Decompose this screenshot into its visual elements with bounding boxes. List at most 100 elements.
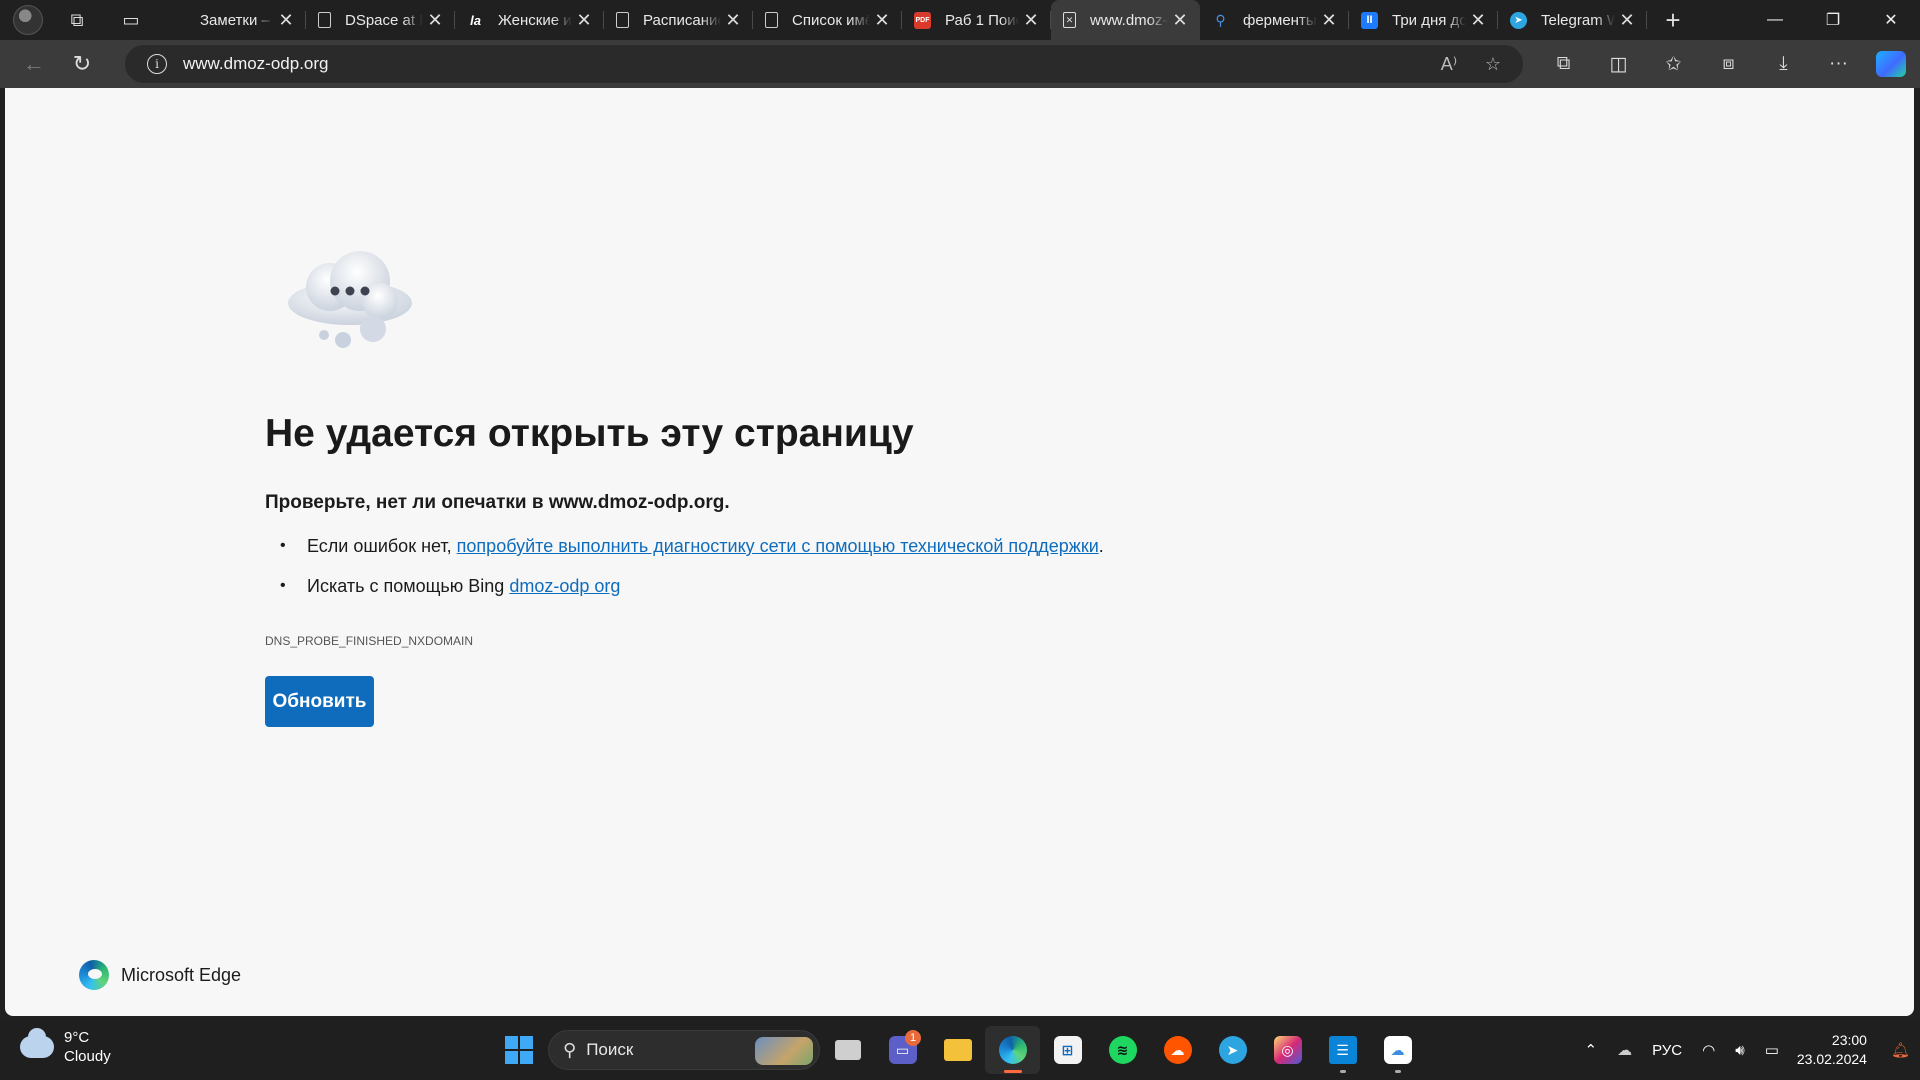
pause-app-icon: II — [1361, 11, 1378, 29]
tab-telegram[interactable]: ➤ Telegram Web ✕ — [1498, 0, 1647, 40]
close-tab-icon[interactable]: ✕ — [1172, 10, 1188, 31]
error-page: Не удается открыть эту страницу Проверьт… — [5, 88, 1914, 1016]
site-info-icon[interactable]: i — [147, 54, 167, 74]
list-item: Если ошибок нет, попробуйте выполнить ди… — [280, 532, 1104, 572]
extensions-icon[interactable]: ⧉ — [1536, 53, 1591, 75]
workspaces-icon[interactable]: ⧉ — [57, 0, 97, 40]
close-tab-icon[interactable]: ✕ — [874, 10, 890, 31]
tab-title: DSpace at My University — [345, 11, 423, 29]
collections-icon[interactable]: ⧈ — [1701, 53, 1756, 75]
blue-app-icon: ☰ — [1328, 1036, 1357, 1064]
close-tab-icon[interactable]: ✕ — [278, 10, 294, 31]
network-diagnostics-link[interactable]: попробуйте выполнить диагностику сети с … — [457, 536, 1099, 556]
tab-title: Список имён — [792, 11, 870, 29]
tab-women-names[interactable]: la Женские имена ✕ — [455, 0, 604, 40]
read-aloud-icon[interactable]: A⁾ — [1427, 54, 1471, 75]
suggestion-text: Если ошибок нет, — [307, 536, 457, 556]
more-menu-icon[interactable]: ··· — [1811, 53, 1866, 75]
weather-widget[interactable]: 9°C Cloudy — [20, 1028, 111, 1066]
la-icon: la — [470, 12, 481, 28]
soundcloud-button[interactable]: ☁ — [1150, 1026, 1205, 1074]
bing-search-link[interactable]: dmoz-odp org — [509, 576, 620, 596]
copilot-icon[interactable] — [1876, 51, 1906, 77]
blue-app-button[interactable]: ☰ — [1315, 1026, 1370, 1074]
vertical-tabs-icon[interactable]: ▭ — [111, 0, 151, 40]
store-icon: ⊞ — [1053, 1036, 1082, 1064]
favorites-icon[interactable]: ✩ — [1646, 53, 1701, 76]
chevron-up-icon[interactable]: ⌃ — [1585, 1041, 1598, 1059]
refresh-button[interactable]: ↻ — [62, 44, 102, 84]
broken-page-icon: ✕ — [1063, 12, 1076, 28]
close-window-button[interactable]: ✕ — [1862, 0, 1920, 40]
file-explorer-button[interactable] — [930, 1026, 985, 1074]
close-tab-icon[interactable]: ✕ — [1023, 10, 1039, 31]
cloud-error-icon — [288, 251, 412, 348]
search-highlight-image — [755, 1037, 813, 1065]
tab-three-days[interactable]: II Три дня до ✕ — [1349, 0, 1498, 40]
battery-icon[interactable]: ▭ — [1765, 1041, 1779, 1059]
close-tab-icon[interactable]: ✕ — [1321, 10, 1337, 31]
tab-dmoz[interactable]: ✕ www.dmoz-odp.org ✕ — [1051, 0, 1200, 40]
brand-name: Microsoft Edge — [121, 964, 242, 985]
page-title: Не удается открыть эту страницу — [265, 412, 914, 455]
list-item: Искать с помощью Bing dmoz-odp org — [280, 572, 1104, 612]
edge-taskbar-button[interactable] — [985, 1026, 1040, 1074]
notification-bell-icon[interactable]: 🔔︎ — [1891, 1041, 1910, 1059]
apple-icon — [169, 12, 186, 29]
tab-pdf[interactable]: PDF Раб 1 Поиск ✕ — [902, 0, 1051, 40]
close-tab-icon[interactable]: ✕ — [1470, 10, 1486, 31]
instagram-icon: ◎ — [1273, 1036, 1302, 1064]
close-tab-icon[interactable]: ✕ — [1619, 10, 1635, 31]
back-button[interactable]: ← — [14, 44, 54, 84]
toolbar-tools: ⧉ ◫ ✩ ⧈ ⤓ ··· — [1536, 44, 1914, 84]
error-subheading: Проверьте, нет ли опечатки в www.dmoz-od… — [265, 492, 730, 513]
tab-enzymes[interactable]: ⚲ ферменты ✕ — [1200, 0, 1349, 40]
active-indicator — [1003, 1070, 1022, 1073]
tab-list: Заметки – iCloud ✕ DSpace at My Universi… — [157, 0, 1647, 40]
telegram-icon: ➤ — [1218, 1036, 1247, 1064]
tab-schedule[interactable]: Расписание ✕ — [604, 0, 753, 40]
store-button[interactable]: ⊞ — [1040, 1026, 1095, 1074]
clock[interactable]: 23:00 23.02.2024 — [1797, 1031, 1867, 1069]
page-icon — [765, 12, 778, 28]
tab-title: Telegram Web — [1541, 11, 1615, 29]
close-tab-icon[interactable]: ✕ — [427, 10, 443, 31]
url-text[interactable]: www.dmoz-odp.org — [183, 54, 1427, 74]
onedrive-error-icon[interactable]: ☁ — [1617, 1041, 1632, 1059]
new-tab-button[interactable]: + — [1653, 5, 1693, 36]
task-view-button[interactable] — [820, 1026, 875, 1074]
spotify-button[interactable]: ≋ — [1095, 1026, 1150, 1074]
icloud-button[interactable]: ☁ — [1370, 1026, 1425, 1074]
close-tab-icon[interactable]: ✕ — [576, 10, 592, 31]
tab-notes[interactable]: Заметки – iCloud ✕ — [157, 0, 306, 40]
start-button[interactable] — [495, 1026, 543, 1074]
address-bar[interactable]: i www.dmoz-odp.org A⁾ ☆ — [125, 45, 1523, 83]
cloud-weather-icon — [20, 1028, 54, 1058]
instagram-button[interactable]: ◎ — [1260, 1026, 1315, 1074]
taskbar-search[interactable]: ⚲ Поиск — [548, 1030, 820, 1070]
language-indicator[interactable]: РУС — [1652, 1042, 1682, 1059]
restore-button[interactable]: ❐ — [1804, 0, 1862, 40]
soundcloud-icon: ☁ — [1163, 1036, 1192, 1064]
task-view-icon — [834, 1040, 861, 1060]
teams-button[interactable]: ▭ 1 — [875, 1026, 930, 1074]
close-tab-icon[interactable]: ✕ — [725, 10, 741, 31]
tab-list-names[interactable]: Список имён ✕ — [753, 0, 902, 40]
edge-logo-icon — [79, 960, 109, 990]
wifi-icon[interactable]: ◠ — [1702, 1041, 1715, 1059]
downloads-icon[interactable]: ⤓ — [1756, 53, 1811, 75]
tab-title: ферменты — [1243, 11, 1317, 29]
favorite-star-icon[interactable]: ☆ — [1471, 54, 1515, 75]
tab-dspace[interactable]: DSpace at My University ✕ — [306, 0, 455, 40]
minimize-button[interactable]: — — [1746, 0, 1804, 40]
notification-badge: 1 — [905, 1030, 921, 1046]
volume-icon[interactable]: 🔊︎ — [1735, 1042, 1744, 1059]
telegram-button[interactable]: ➤ — [1205, 1026, 1260, 1074]
profile-avatar[interactable] — [13, 5, 43, 35]
reload-button[interactable]: Обновить — [265, 676, 374, 727]
suggestion-list: Если ошибок нет, попробуйте выполнить ди… — [280, 532, 1104, 612]
taskbar: 9°C Cloudy ⚲ Поиск ▭ 1 ⊞ ≋ ☁ ➤ ◎ ☰ ☁ ⌃ ☁ … — [0, 1020, 1920, 1080]
split-screen-icon[interactable]: ◫ — [1591, 53, 1646, 76]
system-tray: ⌃ ☁ РУС ◠ 🔊︎ ▭ 23:00 23.02.2024 🔔︎ — [1575, 1020, 1920, 1080]
telegram-icon: ➤ — [1510, 11, 1527, 29]
